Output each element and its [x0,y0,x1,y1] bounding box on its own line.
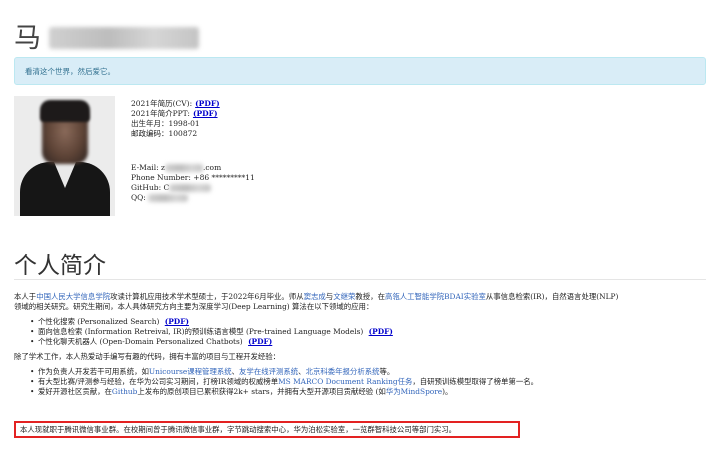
ppt-row: 2021年简介PPT: (PDF) [131,109,218,119]
redacted-email [164,164,203,172]
list-item: 作为负责人开发若干可用系统，如Unicourse课程管理系统、友学在线评测系统、… [30,367,710,377]
postal-row: 邮政编码： 100872 [131,129,198,138]
cv-pdf-link[interactable]: (PDF) [195,99,220,109]
motto-text: 看清这个世界，然后爱它。 [25,66,115,76]
ruc-info-link[interactable]: 中国人民大学信息学院 [36,292,110,301]
github-row: GitHub: C [131,183,255,193]
list-item: 面向信息检索 (Information Retreival, IR)的预训练语言… [30,327,710,337]
research-pdf-link[interactable]: (PDF) [248,337,272,346]
projects-intro: 除了学术工作，本人热爱动手编写有趣的代码，拥有丰富的项目与工程开发经验： [14,352,281,361]
projects-list: 作为负责人开发若干可用系统，如Unicourse课程管理系统、友学在线评测系统、… [14,367,710,397]
ppt-pdf-link[interactable]: (PDF) [193,109,218,119]
page-title-name: 马 [14,22,41,54]
research-pdf-link[interactable]: (PDF) [165,317,189,326]
list-item: 个性化聊天机器人 (Open-Domain Personalized Chatb… [30,337,710,347]
mindspore-link[interactable]: 华为MindSpore [386,387,442,396]
section-divider [14,279,706,280]
motto-banner: 看清这个世界，然后爱它。 [14,57,706,85]
msmarco-link[interactable]: MS MARCO Document Ranking任务 [278,377,412,386]
intro-content: 本人于中国人民大学信息学院攻读计算机应用技术学术型硕士，于2022年6月毕业。师… [14,292,710,402]
redacted-qq [148,194,189,202]
research-pdf-link[interactable]: (PDF) [369,327,393,336]
section-title-intro: 个人简介 [14,253,106,279]
profile-info: 2021年简历(CV): (PDF) 2021年简介PPT: (PDF) 出生年… [131,99,255,203]
research-list: 个性化搜索 (Personalized Search) (PDF) 面向信息检索… [14,317,710,347]
advisor-dou-link[interactable]: 窦志成 [304,292,326,301]
cv-row: 2021年简历(CV): (PDF) [131,99,220,109]
phone-row: Phone Number: +86 *********11 [131,173,255,182]
redacted-github [169,184,212,192]
birth-row: 出生年月： 1998-01 [131,119,200,128]
bdai-lab-link[interactable]: 高瓴人工智能学院BDAI实验室 [385,292,486,301]
list-item: 有大型比赛/评测参与经验，在华为公司实习期间，打榜IR领域的权威榜单MS MAR… [30,377,710,387]
oj-system-link[interactable]: 友学在线评测系统 [239,367,298,376]
profile-photo [14,96,115,216]
intro-paragraph: 本人于中国人民大学信息学院攻读计算机应用技术学术型硕士，于2022年6月毕业。师… [14,292,619,311]
list-item: 爱好开源社区贡献，在Github上发布的原创项目已累积获得2k+ stars，并… [30,387,710,397]
github-link[interactable]: Github [112,387,138,396]
qq-row: QQ: [131,193,255,203]
redacted-name [49,27,199,49]
unicourse-link[interactable]: Unicourse课程管理系统 [149,367,232,376]
list-item: 个性化搜索 (Personalized Search) (PDF) [30,317,710,327]
advisor-wen-link[interactable]: 文继荣 [333,292,355,301]
page-header: 马 [14,18,199,58]
highlight-text: 本人现就职于腾讯微信事业群。在校期间曾于腾讯微信事业群，字节跳动搜索中心，华为泊… [20,425,457,434]
email-row: E-Mail: z .com [131,163,222,172]
annual-report-link[interactable]: 北京科委年报分析系统 [306,367,380,376]
highlight-box: 本人现就职于腾讯微信事业群。在校期间曾于腾讯微信事业群，字节跳动搜索中心，华为泊… [14,421,520,438]
